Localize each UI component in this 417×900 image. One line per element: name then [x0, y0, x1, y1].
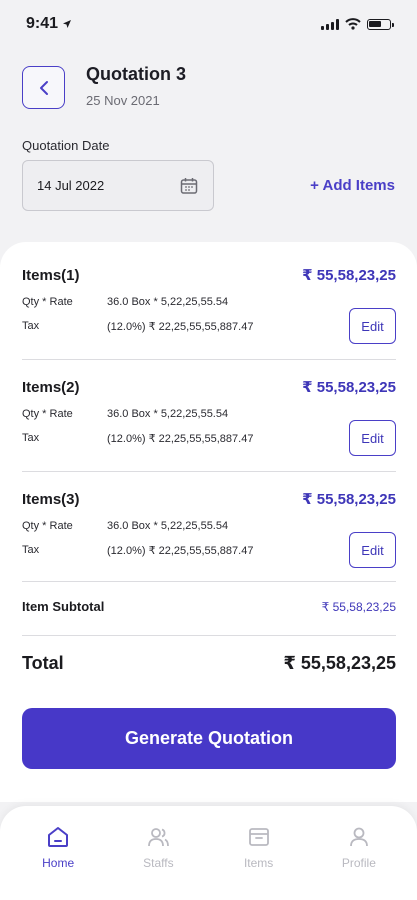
tab-staffs[interactable]: Staffs [123, 824, 193, 900]
item-row-2: Items(2) ₹ 55,58,23,25 Qty * Rate 36.0 Bo… [22, 378, 396, 456]
tab-home[interactable]: Home [23, 824, 93, 900]
qty-rate-value: 36.0 Box * 5,22,25,55.54 [107, 520, 229, 532]
item-title: Items(3) [22, 490, 80, 508]
tax-value: (12.0%) ₹ 22,25,55,55,887.47 [107, 321, 254, 333]
item-title: Items(1) [22, 266, 80, 284]
tab-items[interactable]: Items [224, 824, 294, 900]
signal-icon [321, 18, 339, 30]
total-label: Total [22, 653, 64, 673]
box-icon [248, 828, 269, 846]
home-icon [48, 827, 69, 847]
status-time: 9:41 [26, 15, 72, 33]
tax-value: (12.0%) ₹ 22,25,55,55,887.47 [107, 545, 254, 557]
chevron-left-icon [39, 80, 48, 95]
divider [22, 581, 396, 582]
qty-rate-value: 36.0 Box * 5,22,25,55.54 [107, 408, 229, 420]
back-button[interactable] [22, 66, 65, 109]
location-arrow-icon [63, 20, 72, 28]
qty-rate-label: Qty * Rate [22, 296, 73, 308]
quotation-date-value: 14 Jul 2022 [37, 178, 105, 193]
tab-label: Staffs [143, 856, 174, 870]
subtotal-label: Item Subtotal [22, 599, 105, 614]
header: Quotation 3 25 Nov 2021 [86, 64, 186, 108]
item-row-1: Items(1) ₹ 55,58,23,25 Qty * Rate 36.0 Bo… [22, 266, 396, 344]
divider [22, 359, 396, 360]
subtotal-row: Item Subtotal ₹ 55,58,23,25 [22, 599, 396, 614]
tab-label: Items [243, 856, 274, 870]
tax-label: Tax [22, 544, 40, 556]
divider [22, 635, 396, 636]
qty-rate-label: Qty * Rate [22, 408, 73, 420]
calendar-icon [180, 177, 198, 194]
tab-label: Home [42, 856, 75, 870]
wifi-icon [345, 18, 361, 30]
tax-value: (12.0%) ₹ 22,25,55,55,887.47 [107, 433, 254, 445]
quotation-date-label: Quotation Date [22, 138, 110, 153]
item-amount: ₹ 55,58,23,25 [302, 267, 396, 284]
battery-icon [367, 18, 394, 30]
edit-button[interactable]: Edit [349, 420, 396, 456]
tab-label: Profile [341, 856, 376, 870]
edit-button[interactable]: Edit [349, 532, 396, 568]
divider [22, 471, 396, 472]
edit-button[interactable]: Edit [349, 308, 396, 344]
quotation-card: Items(1) ₹ 55,58,23,25 Qty * Rate 36.0 Bo… [0, 242, 417, 802]
qty-rate-label: Qty * Rate [22, 520, 73, 532]
status-time-text: 9:41 [26, 15, 59, 32]
page-title: Quotation 3 [86, 64, 186, 84]
item-row-3: Items(3) ₹ 55,58,23,25 Qty * Rate 36.0 Bo… [22, 490, 396, 568]
quotation-date-field[interactable]: 14 Jul 2022 [22, 160, 214, 211]
person-icon [349, 827, 368, 847]
total-row: Total ₹ 55,58,23,25 [22, 653, 396, 674]
tab-profile[interactable]: Profile [324, 824, 394, 900]
tax-label: Tax [22, 320, 40, 332]
status-icons [321, 18, 394, 30]
qty-rate-value: 36.0 Box * 5,22,25,55.54 [107, 296, 229, 308]
generate-quotation-button[interactable]: Generate Quotation [22, 708, 396, 769]
page-subtitle-date: 25 Nov 2021 [86, 93, 160, 108]
add-items-button[interactable]: + Add Items [310, 177, 395, 194]
item-amount: ₹ 55,58,23,25 [302, 379, 396, 396]
bottom-tab-bar: Home Staffs Items Profile [0, 806, 417, 900]
users-icon [148, 828, 170, 847]
status-bar: 9:41 [0, 0, 417, 48]
subtotal-value: ₹ 55,58,23,25 [321, 599, 396, 614]
item-amount: ₹ 55,58,23,25 [302, 491, 396, 508]
tax-label: Tax [22, 432, 40, 444]
total-value: ₹ 55,58,23,25 [283, 653, 396, 673]
item-title: Items(2) [22, 378, 80, 396]
